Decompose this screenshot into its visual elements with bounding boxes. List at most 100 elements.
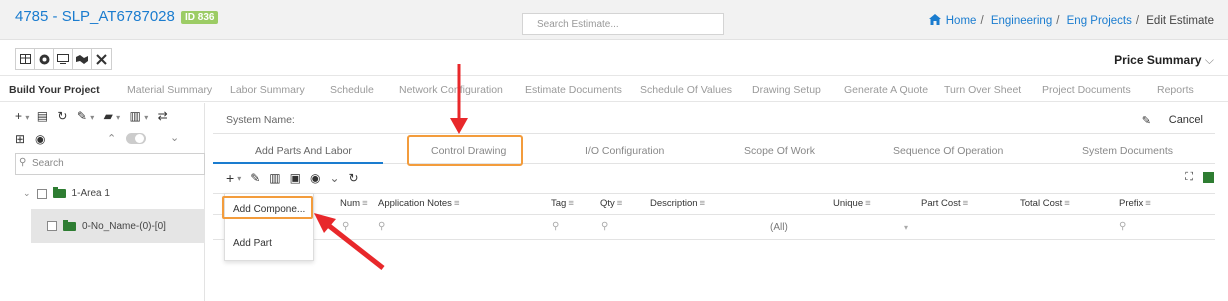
chevron-down-icon[interactable]: ▾	[90, 113, 94, 122]
tree-node-label: 0-No_Name-(0)-[0]	[82, 220, 166, 232]
cancel-button[interactable]: Cancel	[1169, 114, 1203, 126]
add-icon[interactable]: +	[15, 109, 22, 123]
column-header-part-cost[interactable]: Part Cost ≡	[921, 198, 968, 209]
filter-icon[interactable]: ≡	[454, 198, 460, 209]
filter-icon[interactable]: ≡	[617, 198, 623, 209]
eye-icon[interactable]: ◉	[35, 132, 45, 146]
excel-export-icon[interactable]	[1203, 172, 1214, 183]
breadcrumb-current: Edit Estimate	[1146, 15, 1214, 27]
folder-icon	[63, 219, 76, 231]
chevron-down-icon[interactable]: ▾	[904, 223, 908, 232]
column-header-total-cost[interactable]: Total Cost ≡	[1020, 198, 1070, 209]
chevron-down-icon[interactable]: ▾	[237, 174, 241, 183]
subtab-system-documents[interactable]: System Documents	[1082, 145, 1173, 157]
paint-icon[interactable]: ▰	[104, 109, 113, 123]
table-icon[interactable]	[16, 49, 35, 69]
column-label: Description	[650, 198, 698, 209]
refresh-icon[interactable]: ↻	[349, 171, 359, 185]
chevron-down-icon[interactable]: ▾	[25, 113, 29, 122]
tab-estimate-documents[interactable]: Estimate Documents	[525, 84, 622, 96]
tree-checkbox[interactable]	[36, 188, 47, 199]
breadcrumb-eng-projects[interactable]: Eng Projects	[1067, 15, 1132, 27]
filter-icon[interactable]: ≡	[700, 198, 706, 209]
sidebar-search-input[interactable]: ⚲ Search	[15, 153, 205, 175]
chevron-down-icon[interactable]: ▾	[144, 113, 148, 122]
tab-labor-summary[interactable]: Labor Summary	[230, 84, 305, 96]
subtab-scope-of-work[interactable]: Scope Of Work	[744, 145, 815, 157]
column-header-tag[interactable]: Tag ≡	[551, 198, 574, 209]
document-icon[interactable]: ▤	[37, 109, 48, 123]
tab-turn-over-sheet[interactable]: Turn Over Sheet	[944, 84, 1021, 96]
tab-generate-a-quote[interactable]: Generate A Quote	[844, 84, 928, 96]
search-icon[interactable]: ⚲	[601, 221, 608, 232]
excel-icon[interactable]: ▣	[290, 171, 301, 185]
delete-icon[interactable]: ▥	[130, 109, 141, 123]
delete-icon[interactable]: ▥	[269, 171, 280, 185]
tree-node-no-name[interactable]: 0-No_Name-(0)-[0]	[31, 209, 205, 243]
tab-drawing-setup[interactable]: Drawing Setup	[752, 84, 821, 96]
grid-header: Num ≡ Application Notes ≡ Tag ≡ Qty ≡ Descri…	[213, 193, 1215, 215]
tab-build-your-project[interactable]: Build Your Project	[9, 84, 100, 96]
tree-node-label: 1-Area 1	[71, 188, 110, 199]
edit-icon[interactable]: ✎	[250, 171, 260, 185]
column-header-unique[interactable]: Unique ≡	[833, 198, 871, 209]
filter-icon[interactable]: ≡	[362, 198, 368, 209]
subtab-io-configuration[interactable]: I/O Configuration	[585, 145, 664, 157]
tab-reports[interactable]: Reports	[1157, 84, 1194, 96]
search-icon[interactable]: ⚲	[378, 221, 385, 232]
filter-icon[interactable]: ≡	[963, 198, 969, 209]
monitor-icon[interactable]	[54, 49, 73, 69]
search-icon[interactable]: ⚲	[552, 221, 559, 232]
grid-icon[interactable]: ⊞	[15, 132, 25, 146]
subtab-sequence-of-operation[interactable]: Sequence Of Operation	[893, 145, 1003, 157]
filter-icon[interactable]: ≡	[568, 198, 574, 209]
tools-icon[interactable]	[92, 49, 111, 69]
toolbar: Price Summary ⌵	[0, 41, 1228, 76]
tab-project-documents[interactable]: Project Documents	[1042, 84, 1131, 96]
search-icon[interactable]: ⚲	[1119, 221, 1126, 232]
breadcrumb-home[interactable]: Home	[946, 15, 977, 27]
subtab-add-parts-and-labor[interactable]: Add Parts And Labor	[255, 145, 352, 157]
filter-all-value[interactable]: (All)	[770, 222, 788, 233]
column-header-description[interactable]: Description ≡	[650, 198, 705, 209]
column-label: Tag	[551, 198, 567, 209]
breadcrumb-engineering[interactable]: Engineering	[991, 15, 1052, 27]
eye-icon[interactable]: ◉	[310, 171, 320, 185]
price-summary-dropdown[interactable]: Price Summary ⌵	[1114, 53, 1214, 68]
home-icon	[928, 14, 946, 27]
expand-all-icon[interactable]: ⌄	[329, 171, 339, 185]
tab-network-configuration[interactable]: Network Configuration	[399, 84, 503, 96]
tree-checkbox[interactable]	[47, 221, 57, 231]
id-badge: ID 836	[181, 11, 219, 24]
tab-schedule-of-values[interactable]: Schedule Of Values	[640, 84, 732, 96]
refresh-icon[interactable]: ↻	[57, 109, 67, 123]
search-placeholder: Search	[32, 158, 64, 169]
column-header-application-notes[interactable]: Application Notes ≡	[378, 198, 459, 209]
filter-icon[interactable]: ≡	[1064, 198, 1070, 209]
expand-all-icon[interactable]: ⌄	[170, 131, 179, 144]
tab-schedule[interactable]: Schedule	[330, 84, 374, 96]
dashboard-icon[interactable]	[35, 49, 54, 69]
search-estimate-input[interactable]: Search Estimate...	[522, 13, 724, 35]
pencil-icon[interactable]: ✎	[1142, 114, 1151, 127]
toggle-switch[interactable]	[126, 133, 146, 144]
filter-icon[interactable]: ≡	[1145, 198, 1151, 209]
column-header-qty[interactable]: Qty ≡	[600, 198, 622, 209]
chevron-down-icon[interactable]: ▾	[116, 113, 120, 122]
chevron-down-icon[interactable]: ⌄	[23, 188, 31, 199]
add-icon[interactable]: +	[226, 170, 234, 186]
sidebar-toolbar: + ▾ ▤ ↻ ✎ ▾ ▰ ▾ ▥ ▾ ⇄	[15, 109, 205, 125]
transfer-icon[interactable]: ⇄	[158, 109, 168, 123]
column-label: Qty	[600, 198, 615, 209]
edit-icon[interactable]: ✎	[77, 109, 87, 123]
column-header-prefix[interactable]: Prefix ≡	[1119, 198, 1151, 209]
collapse-all-icon[interactable]: ⌃	[107, 132, 116, 145]
tree-node-area[interactable]: ⌄ 1-Area 1	[23, 187, 110, 199]
menu-item-add-part[interactable]: Add Part	[233, 238, 272, 249]
fullscreen-icon[interactable]: ⛶	[1185, 171, 1193, 184]
search-icon[interactable]: ⚲	[342, 221, 349, 232]
tab-material-summary[interactable]: Material Summary	[127, 84, 212, 96]
filter-icon[interactable]: ≡	[865, 198, 871, 209]
handshake-icon[interactable]	[73, 49, 92, 69]
column-header-num[interactable]: Num ≡	[340, 198, 368, 209]
